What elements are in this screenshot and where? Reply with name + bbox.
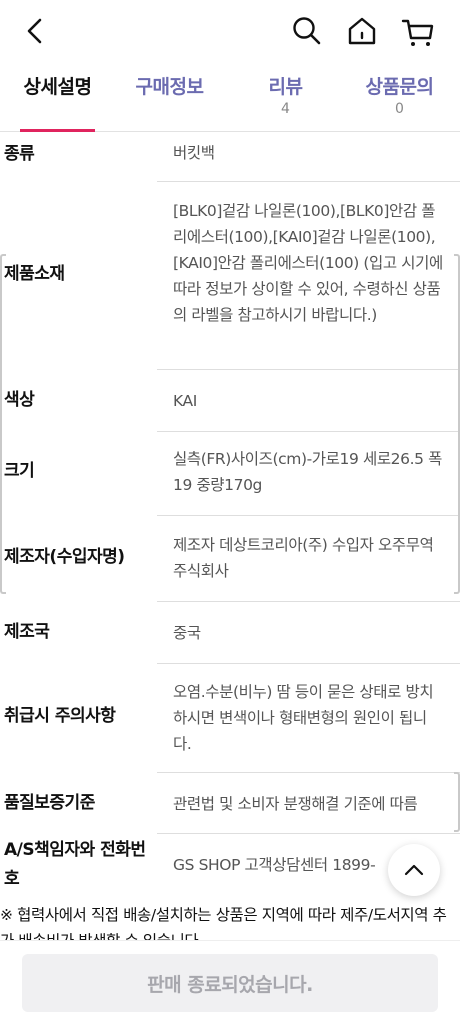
scroll-bracket-right — [454, 254, 460, 594]
spec-value: 버킷백 — [173, 144, 215, 162]
tab-product-qna[interactable]: 상품문의 0 — [342, 72, 457, 117]
tab-purchase-info[interactable]: 구매정보 — [112, 72, 227, 101]
spec-row: 제품소재 [BLK0]겉감 나일론(100),[BLK0]안감 폴리에스터(10… — [0, 182, 460, 370]
spec-value: KAI — [173, 392, 197, 410]
spec-key: 제조국 — [4, 622, 50, 642]
detail-tabs: 상세설명 구매정보 리뷰 4 상품문의 0 — [0, 64, 460, 132]
tab-detail[interactable]: 상세설명 — [0, 72, 115, 101]
spec-key: 제조자(수입자명) — [4, 547, 125, 567]
spec-value: 실측(FR)사이즈(cm)-가로19 세로26.5 폭19 중량170g — [173, 450, 442, 494]
spec-key: 제품소재 — [4, 264, 65, 284]
spec-key: A/S책임자와 전화번호 — [4, 840, 146, 889]
spec-key: 크기 — [4, 461, 35, 481]
tab-review[interactable]: 리뷰 4 — [228, 72, 343, 117]
spec-value: 제조자 데상트코리아(주) 수입자 오주무역 주식회사 — [173, 536, 434, 580]
bottom-action-bar: 판매 종료되었습니다. — [0, 940, 460, 1024]
top-bar — [0, 0, 460, 64]
scroll-bracket-right — [454, 772, 460, 832]
spec-row: 제조자(수입자명) 제조자 데상트코리아(주) 수입자 오주무역 주식회사 — [0, 516, 460, 602]
tab-count: 0 — [395, 101, 404, 117]
delivery-notice: ※ 협력사에서 직접 배송/설치하는 상품은 지역에 따라 제주/도서지역 추가… — [0, 906, 447, 940]
spec-row: 취급시 주의사항 오염.수분(비누) 땀 등이 묻은 상태로 방치하시면 변색이… — [0, 664, 460, 773]
spec-row: 색상 KAI — [0, 370, 460, 432]
chevron-left-icon[interactable] — [18, 14, 52, 48]
chevron-up-icon — [404, 864, 424, 876]
tab-label: 리뷰 — [268, 76, 303, 98]
product-info-table: 종류 버킷백 제품소재 [BLK0]겉감 나일론(100),[BLK0]안감 폴… — [0, 132, 460, 940]
home-icon[interactable] — [345, 14, 379, 48]
tab-label: 구매정보 — [135, 76, 204, 98]
spec-row: 제조국 중국 — [0, 602, 460, 664]
tab-count: 4 — [281, 101, 290, 117]
spec-key: 품질보증기준 — [4, 793, 95, 813]
cart-icon[interactable] — [400, 14, 436, 50]
tab-label: 상품문의 — [365, 76, 434, 98]
spec-value: 중국 — [173, 624, 201, 642]
tab-label: 상세설명 — [23, 76, 92, 98]
spec-key: 취급시 주의사항 — [4, 706, 116, 726]
spec-value: 관련법 및 소비자 분쟁해결 기준에 따름 — [173, 795, 418, 813]
spec-value: [BLK0]겉감 나일론(100),[BLK0]안감 폴리에스터(100),[K… — [173, 202, 443, 324]
spec-row: 품질보증기준 관련법 및 소비자 분쟁해결 기준에 따름 — [0, 773, 460, 834]
scroll-top-button[interactable] — [388, 844, 440, 896]
scroll-bracket-left — [0, 254, 6, 594]
spec-value: 오염.수분(비누) 땀 등이 묻은 상태로 방치하시면 변색이나 형태변형의 원… — [173, 683, 434, 753]
spec-value: GS SHOP 고객상담센터 1899- — [173, 856, 376, 874]
spec-key: 종류 — [4, 144, 35, 164]
spec-row: 크기 실측(FR)사이즈(cm)-가로19 세로26.5 폭19 중량170g — [0, 432, 460, 516]
search-icon[interactable] — [290, 14, 324, 48]
sold-out-button[interactable]: 판매 종료되었습니다. — [22, 954, 438, 1012]
spec-row: 종류 버킷백 — [0, 132, 460, 182]
spec-key: 색상 — [4, 390, 35, 410]
